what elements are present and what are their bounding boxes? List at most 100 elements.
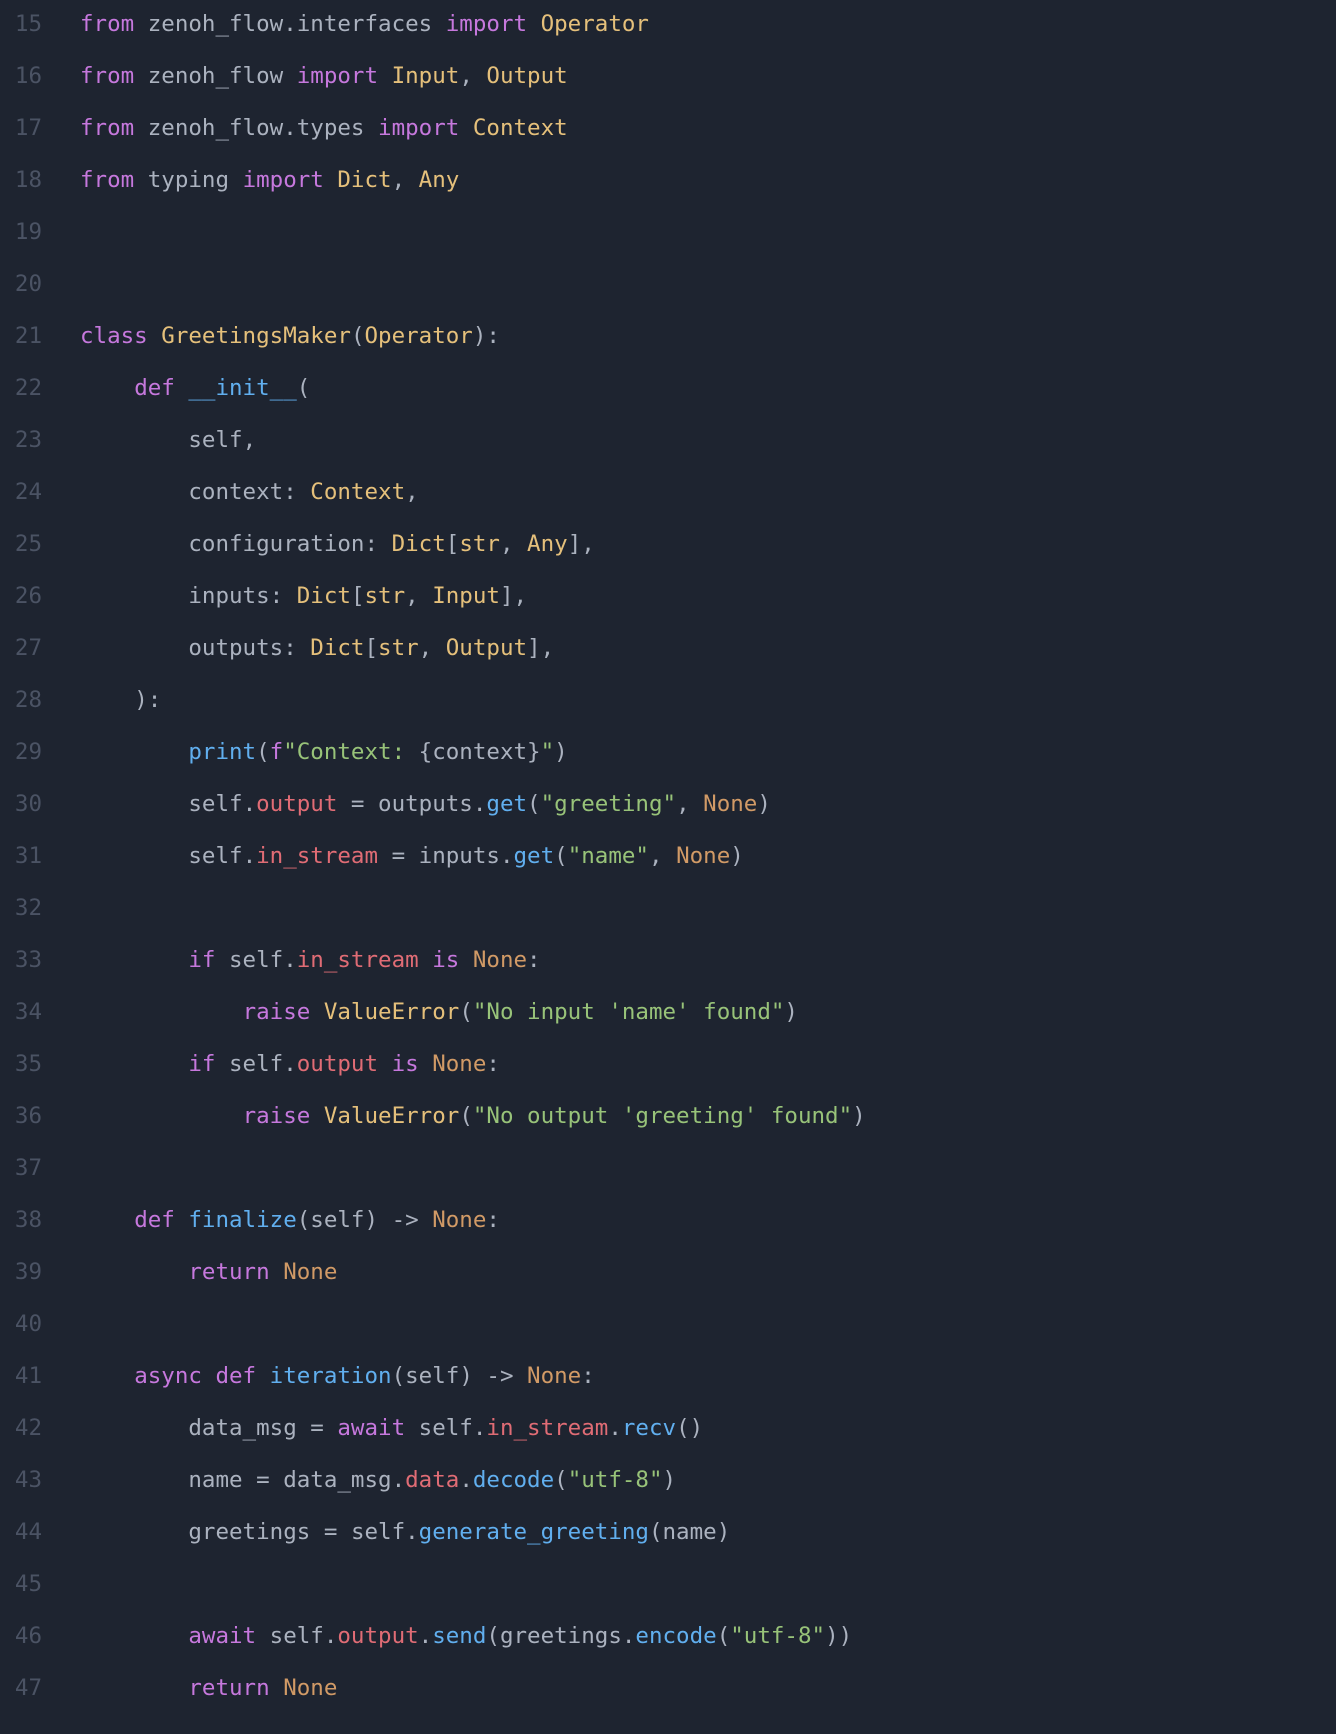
code-line[interactable]: 19: [0, 214, 1336, 266]
code-content[interactable]: return None: [70, 1254, 337, 1290]
code-line[interactable]: 18from typing import Dict, Any: [0, 162, 1336, 214]
token-cls: Operator: [364, 323, 472, 349]
code-content[interactable]: def finalize(self) -> None:: [70, 1202, 500, 1238]
code-line[interactable]: 17from zenoh_flow.types import Context: [0, 110, 1336, 162]
code-content[interactable]: self,: [70, 422, 256, 458]
code-line[interactable]: 22 def __init__(: [0, 370, 1336, 422]
code-content[interactable]: print(f"Context: {context}"): [70, 734, 568, 770]
line-number: 28: [0, 682, 70, 718]
code-line[interactable]: 25 configuration: Dict[str, Any],: [0, 526, 1336, 578]
code-content[interactable]: greetings = self.generate_greeting(name): [70, 1514, 730, 1550]
line-number: 40: [0, 1306, 70, 1342]
code-line[interactable]: 34 raise ValueError("No input 'name' fou…: [0, 994, 1336, 1046]
code-line[interactable]: 30 self.output = outputs.get("greeting",…: [0, 786, 1336, 838]
code-content[interactable]: self.output = outputs.get("greeting", No…: [70, 786, 771, 822]
code-line[interactable]: 41 async def iteration(self) -> None:: [0, 1358, 1336, 1410]
token-text: self: [351, 1519, 405, 1545]
code-content[interactable]: from zenoh_flow import Input, Output: [70, 58, 568, 94]
token-kw: await: [188, 1623, 269, 1649]
token-text: self: [229, 947, 283, 973]
token-text: [80, 1415, 188, 1441]
token-punct: ,: [419, 635, 446, 661]
token-kw: raise: [243, 1103, 324, 1129]
code-line[interactable]: 46 await self.output.send(greetings.enco…: [0, 1618, 1336, 1670]
token-punct: ): [852, 1103, 866, 1129]
code-line[interactable]: 43 name = data_msg.data.decode("utf-8"): [0, 1462, 1336, 1514]
code-line[interactable]: 23 self,: [0, 422, 1336, 474]
code-content[interactable]: name = data_msg.data.decode("utf-8"): [70, 1462, 676, 1498]
token-punct: ): [459, 1363, 486, 1389]
code-content[interactable]: class GreetingsMaker(Operator):: [70, 318, 500, 354]
token-punct: ): [730, 843, 744, 869]
code-line[interactable]: 47 return None: [0, 1670, 1336, 1722]
code-content[interactable]: outputs: Dict[str, Output],: [70, 630, 554, 666]
code-line[interactable]: 38 def finalize(self) -> None:: [0, 1202, 1336, 1254]
code-content[interactable]: raise ValueError("No input 'name' found"…: [70, 994, 798, 1030]
code-content[interactable]: from zenoh_flow.types import Context: [70, 110, 568, 146]
token-text: self: [188, 427, 242, 453]
code-line[interactable]: 15from zenoh_flow.interfaces import Oper…: [0, 6, 1336, 58]
code-content[interactable]: ):: [70, 682, 161, 718]
code-line[interactable]: 27 outputs: Dict[str, Output],: [0, 630, 1336, 682]
token-text: self: [419, 1415, 473, 1441]
line-number: 18: [0, 162, 70, 198]
code-content[interactable]: def __init__(: [70, 370, 310, 406]
token-text: [80, 479, 188, 505]
token-text: [80, 427, 188, 453]
token-str: "utf-8": [568, 1467, 663, 1493]
code-content[interactable]: if self.in_stream is None:: [70, 942, 541, 978]
code-line[interactable]: 39 return None: [0, 1254, 1336, 1306]
code-content[interactable]: inputs: Dict[str, Input],: [70, 578, 527, 614]
code-line[interactable]: 29 print(f"Context: {context}"): [0, 734, 1336, 786]
token-punct: .: [392, 1467, 406, 1493]
code-line[interactable]: 26 inputs: Dict[str, Input],: [0, 578, 1336, 630]
code-line[interactable]: 40: [0, 1306, 1336, 1358]
token-punct: :: [581, 1363, 595, 1389]
code-content[interactable]: raise ValueError("No output 'greeting' f…: [70, 1098, 866, 1134]
code-content[interactable]: from typing import Dict, Any: [70, 162, 459, 198]
code-line[interactable]: 20: [0, 266, 1336, 318]
code-line[interactable]: 33 if self.in_stream is None:: [0, 942, 1336, 994]
code-line[interactable]: 37: [0, 1150, 1336, 1202]
code-line[interactable]: 31 self.in_stream = inputs.get("name", N…: [0, 838, 1336, 890]
code-content[interactable]: from zenoh_flow.interfaces import Operat…: [70, 6, 649, 42]
token-text: name: [188, 1467, 242, 1493]
token-punct: .: [283, 947, 297, 973]
token-punct: ,: [500, 531, 527, 557]
token-cls: Dict: [392, 531, 446, 557]
token-arrow: ->: [392, 1207, 433, 1233]
code-line[interactable]: 45: [0, 1566, 1336, 1618]
token-text: self: [310, 1207, 364, 1233]
code-editor[interactable]: 15from zenoh_flow.interfaces import Oper…: [0, 6, 1336, 1722]
code-content[interactable]: return None: [70, 1670, 337, 1706]
code-line[interactable]: 32: [0, 890, 1336, 942]
token-punct: ,: [392, 167, 419, 193]
token-str: "name": [568, 843, 649, 869]
code-line[interactable]: 35 if self.output is None:: [0, 1046, 1336, 1098]
code-line[interactable]: 21class GreetingsMaker(Operator):: [0, 318, 1336, 370]
token-none: None: [432, 1207, 486, 1233]
token-kw: f: [270, 739, 284, 765]
code-content[interactable]: async def iteration(self) -> None:: [70, 1358, 595, 1394]
code-line[interactable]: 36 raise ValueError("No output 'greeting…: [0, 1098, 1336, 1150]
code-line[interactable]: 42 data_msg = await self.in_stream.recv(…: [0, 1410, 1336, 1462]
token-none: None: [527, 1363, 581, 1389]
code-content[interactable]: data_msg = await self.in_stream.recv(): [70, 1410, 703, 1446]
code-content[interactable]: configuration: Dict[str, Any],: [70, 526, 595, 562]
token-text: interfaces: [297, 11, 446, 37]
token-cls: Dict: [337, 167, 391, 193]
token-text: [419, 947, 433, 973]
code-content[interactable]: self.in_stream = inputs.get("name", None…: [70, 838, 744, 874]
code-line[interactable]: 16from zenoh_flow import Input, Output: [0, 58, 1336, 110]
code-line[interactable]: 24 context: Context,: [0, 474, 1336, 526]
token-text: zenoh_flow: [148, 63, 297, 89]
token-cls: Any: [527, 531, 568, 557]
code-content[interactable]: context: Context,: [70, 474, 419, 510]
code-line[interactable]: 28 ):: [0, 682, 1336, 734]
code-content[interactable]: await self.output.send(greetings.encode(…: [70, 1618, 852, 1654]
token-text: [80, 1051, 188, 1077]
token-punct: [: [446, 531, 460, 557]
line-number: 32: [0, 890, 70, 926]
code-line[interactable]: 44 greetings = self.generate_greeting(na…: [0, 1514, 1336, 1566]
code-content[interactable]: if self.output is None:: [70, 1046, 500, 1082]
